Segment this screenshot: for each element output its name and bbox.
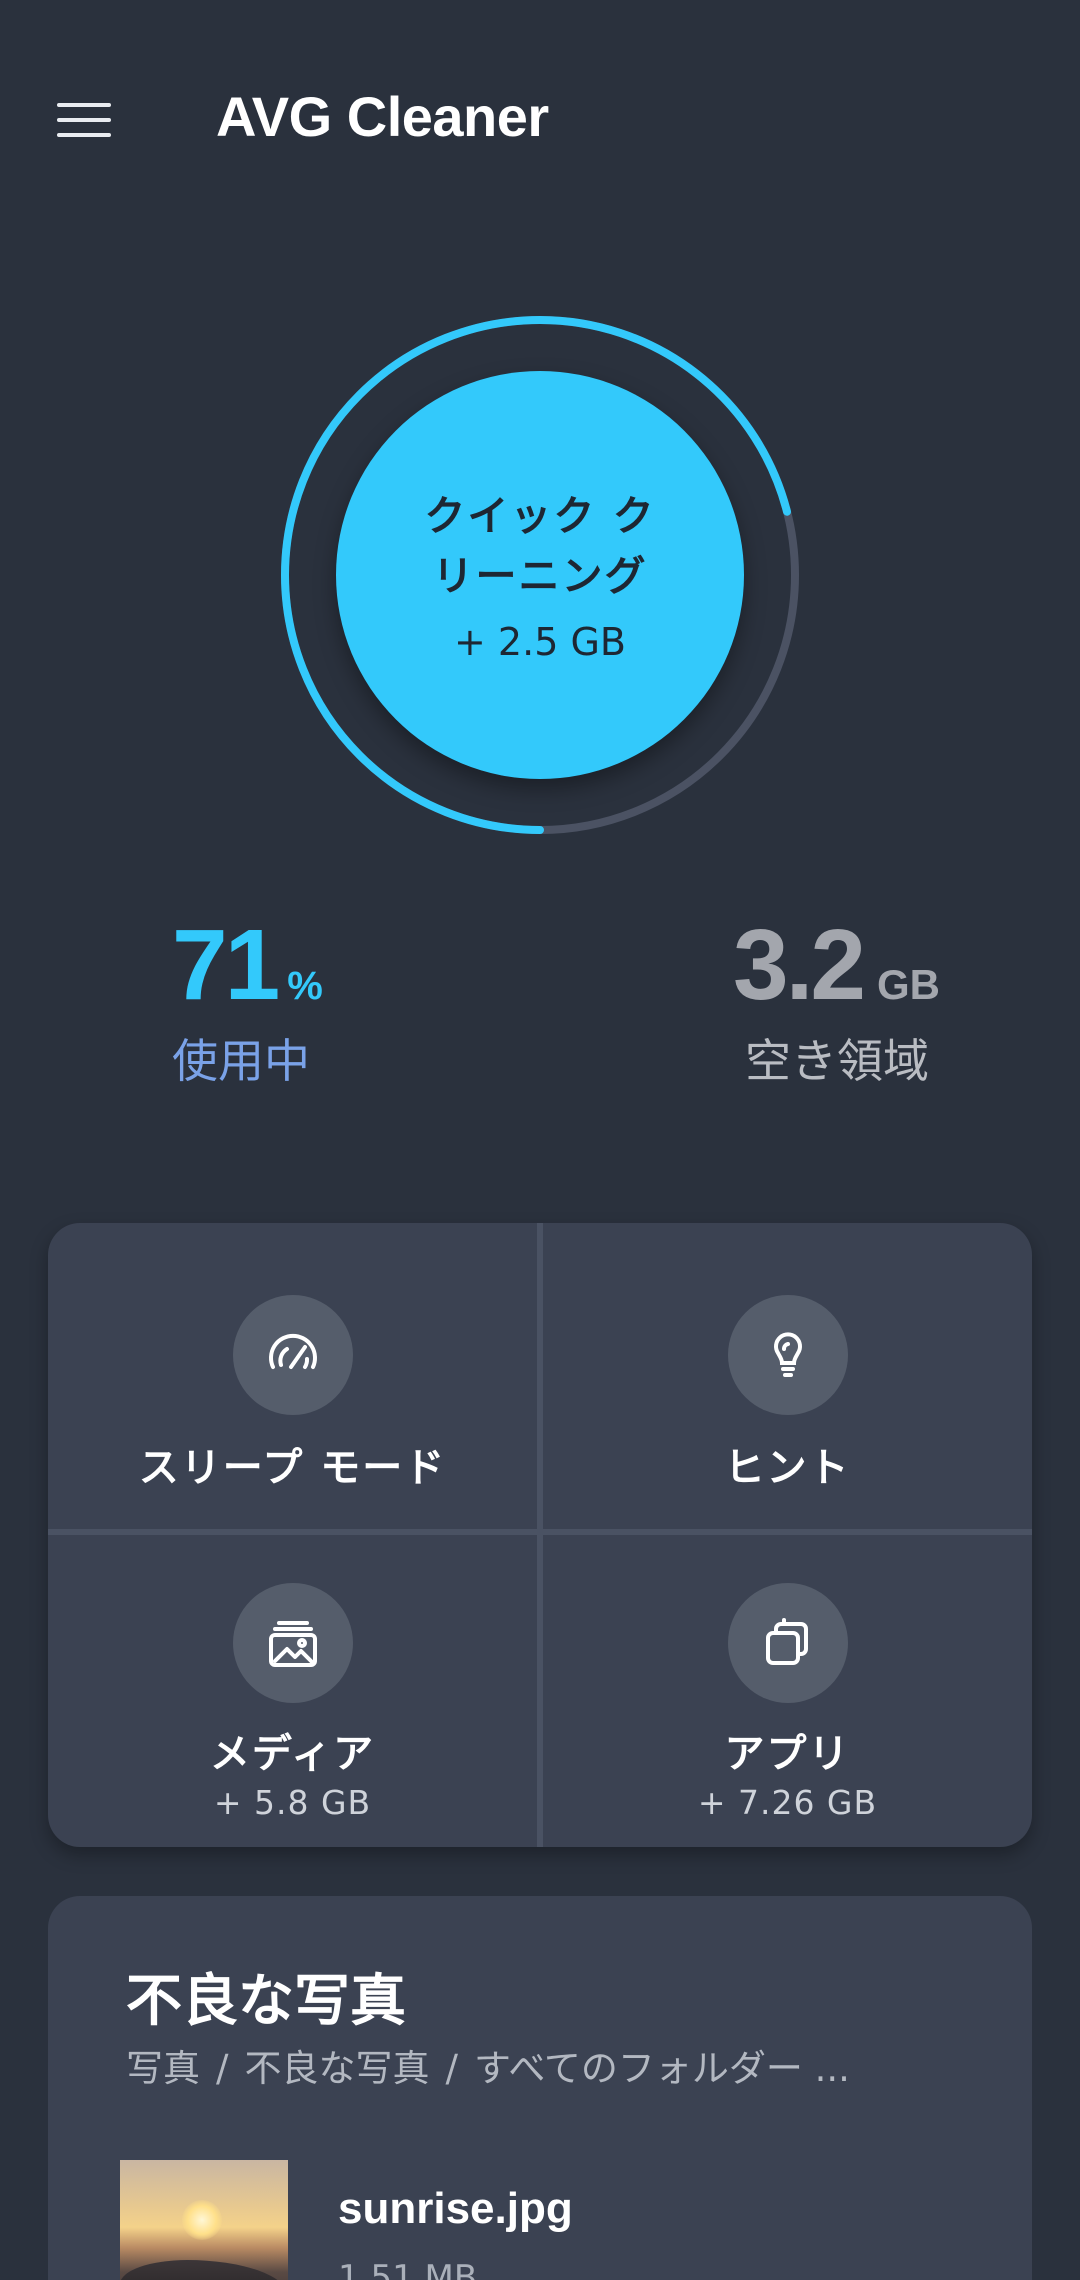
free-value-row: 3.2 GB — [733, 915, 1053, 1015]
app-root: AVG Cleaner クイック クリーニング + 2.5 GB 71% 使用中… — [0, 0, 1080, 2280]
apps-size: + 7.26 GB — [697, 1783, 878, 1822]
hamburger-menu-icon[interactable] — [40, 80, 130, 160]
app-title: AVG Cleaner — [216, 85, 549, 148]
media-label: メディア — [209, 1731, 376, 1777]
breadcrumb-separator: / — [445, 2047, 458, 2090]
sleep-mode-tile[interactable]: スリープ モード — [48, 1223, 537, 1529]
quick-clean-size: + 2.5 GB — [454, 620, 626, 664]
quick-clean-label: クイック クリーニング — [424, 492, 656, 600]
apps-label: アプリ — [724, 1731, 851, 1777]
photo-file-name: sunrise.jpg — [338, 2184, 573, 2233]
used-percent-unit: % — [287, 964, 323, 1008]
used-label: 使用中 — [172, 1034, 310, 1088]
menu-line — [57, 103, 111, 107]
breadcrumb-bad-photos: 不良な写真 — [244, 2047, 430, 2090]
free-space-value: 3.2 — [733, 909, 866, 1021]
sleep-mode-label: スリープ モード — [138, 1445, 447, 1491]
photo-thumbnail — [120, 2160, 288, 2280]
free-storage-stat: 3.2 GB 空き領域 — [733, 915, 1053, 1091]
used-storage-stat: 71% 使用中 — [172, 915, 492, 1091]
thumbnail-sun — [182, 2200, 222, 2240]
bad-photos-title: 不良な写真 — [126, 1969, 406, 2034]
breadcrumb-separator: / — [216, 2047, 229, 2090]
free-space-unit: GB — [877, 961, 941, 1008]
bad-photos-card[interactable]: 不良な写真 写真 / 不良な写真 / すべてのフォルダー ... sunrise.jpg… — [48, 1896, 1032, 2280]
used-percent-value: 71 — [172, 909, 280, 1021]
apps-stack-icon — [727, 1583, 848, 1703]
tips-label: ヒント — [724, 1445, 851, 1491]
breadcrumb-photos: 写真 — [126, 2047, 200, 2090]
media-tile[interactable]: メディア + 5.8 GB — [48, 1535, 537, 1841]
media-size: + 5.8 GB — [213, 1783, 372, 1822]
speedometer-icon — [232, 1295, 353, 1415]
lightbulb-icon — [727, 1295, 848, 1415]
quick-clean-button[interactable]: クイック クリーニング + 2.5 GB — [336, 371, 744, 779]
menu-line — [57, 133, 111, 137]
photo-list-item[interactable]: sunrise.jpg 1.51 MB — [120, 2160, 980, 2280]
breadcrumb-all-folders[interactable]: すべてのフォルダー ... — [474, 2047, 850, 2090]
photo-file-size: 1.51 MB — [338, 2258, 478, 2280]
used-value-row: 71% — [172, 915, 492, 1015]
photo-gallery-icon — [232, 1583, 353, 1703]
tips-tile[interactable]: ヒント — [543, 1223, 1032, 1529]
apps-tile[interactable]: アプリ + 7.26 GB — [543, 1535, 1032, 1841]
breadcrumb: 写真 / 不良な写真 / すべてのフォルダー ... — [126, 2038, 976, 2092]
free-space-label: 空き領域 — [745, 1034, 929, 1088]
menu-line — [57, 118, 111, 122]
top-app-bar: AVG Cleaner — [0, 0, 1080, 240]
thumbnail-rocks — [120, 2260, 288, 2280]
feature-tiles-card: スリープ モード ヒント メディア + 5.8 GB アプリ + 7.26 GB — [48, 1223, 1032, 1847]
